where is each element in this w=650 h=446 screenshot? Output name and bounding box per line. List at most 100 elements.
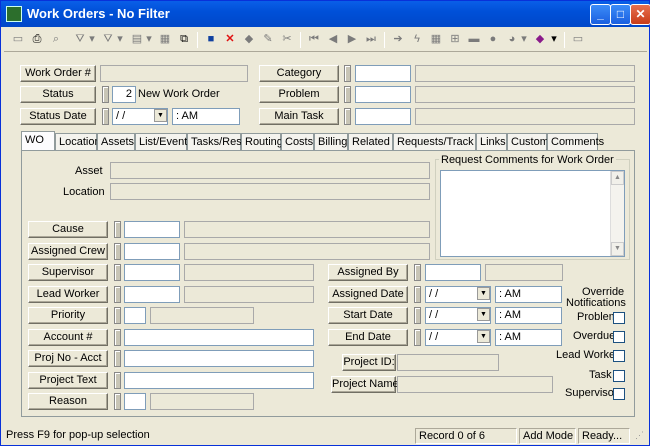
project-id-button[interactable]: Project ID: [342, 354, 396, 371]
lead-worker-code-field[interactable] [124, 286, 180, 303]
tree-icon[interactable]: ⊞ [447, 31, 463, 47]
scroll-up-icon[interactable]: ▲ [611, 171, 624, 185]
status-date-button[interactable]: Status Date [20, 108, 96, 125]
priority-code-field[interactable] [124, 307, 146, 324]
supervisor-button[interactable]: Supervisor [28, 264, 108, 281]
status-time-field[interactable]: : AM [172, 108, 240, 125]
project-text-button[interactable]: Project Text [28, 372, 108, 389]
form-view-icon[interactable]: ▦ [157, 31, 173, 47]
problem-checkbox[interactable] [613, 312, 625, 324]
filter-dropdown-icon[interactable]: ▾ [84, 31, 100, 47]
account-field[interactable] [124, 329, 314, 346]
tab-billing[interactable]: Billing [314, 133, 348, 150]
reason-indicator [114, 393, 121, 410]
filter-clear-dropdown-icon[interactable]: ▾ [112, 31, 128, 47]
lightning-icon[interactable]: ϟ [409, 31, 425, 47]
title-bar[interactable]: Work Orders - No Filter _ □ ✕ [1, 1, 650, 27]
problem-button[interactable]: Problem [259, 86, 339, 103]
globe-dropdown-icon[interactable]: ▾ [516, 31, 532, 47]
list-view-dropdown-icon[interactable]: ▾ [141, 31, 157, 47]
tab-location[interactable]: Location [55, 133, 101, 150]
lead-worker-checkbox[interactable] [613, 350, 625, 362]
reason-code-field[interactable] [124, 393, 146, 410]
start-time-field[interactable]: : AM [495, 307, 562, 324]
close-button[interactable]: ✕ [630, 4, 650, 25]
request-comments-textarea[interactable]: ▲ ▼ [440, 170, 625, 257]
status-button[interactable]: Status [20, 86, 96, 103]
tab-comments[interactable]: Comments [547, 133, 604, 150]
chevron-down-icon: ▼ [154, 109, 167, 122]
grid-icon[interactable]: ▦ [428, 31, 444, 47]
tab-list-events[interactable]: List/Events [135, 133, 193, 150]
tab-tasks-res[interactable]: Tasks/Res [187, 133, 242, 150]
account-button[interactable]: Account # [28, 329, 108, 346]
main-task-code-field[interactable] [355, 108, 411, 125]
reason-button[interactable]: Reason [28, 393, 108, 410]
print-icon[interactable]: ⎙ [29, 31, 45, 47]
tab-routing[interactable]: Routing [241, 133, 283, 150]
task-checkbox[interactable] [613, 370, 625, 382]
tab-custom[interactable]: Custom [507, 133, 549, 150]
print-preview-icon[interactable]: ⌕ [48, 31, 64, 47]
link-icon[interactable]: ▬ [466, 31, 482, 47]
tab-requests-track[interactable]: Requests/Track [393, 133, 476, 150]
end-time-field[interactable]: : AM [495, 329, 562, 346]
work-order-button[interactable]: Work Order # [20, 65, 96, 82]
assigned-time-field[interactable]: : AM [495, 286, 562, 303]
go-icon[interactable]: ➔ [390, 31, 406, 47]
eye-icon[interactable]: ● [485, 31, 501, 47]
overdue-checkbox[interactable] [613, 331, 625, 343]
work-orders-window: Work Orders - No Filter _ □ ✕ ▭ ⎙ ⌕ ⛛ ▾ … [0, 0, 650, 446]
supervisor-code-field[interactable] [124, 264, 180, 281]
resize-grip-icon[interactable]: ⋰ [632, 428, 647, 444]
cut-icon[interactable]: ✂ [279, 31, 295, 47]
new-icon[interactable]: ▭ [10, 31, 26, 47]
next-record-icon[interactable]: ▶ [344, 31, 360, 47]
project-text-field[interactable] [124, 372, 314, 389]
problem-code-field[interactable] [355, 86, 411, 103]
tab-links[interactable]: Links [476, 133, 507, 150]
project-name-button[interactable]: Project Name: [331, 376, 402, 393]
save-icon[interactable]: ■ [203, 31, 219, 47]
book-dropdown-icon[interactable]: ▾ [546, 31, 562, 47]
notes-icon[interactable]: ▭ [570, 31, 586, 47]
request-comments-scrollbar[interactable]: ▲ ▼ [610, 171, 624, 256]
copy-icon[interactable]: ⧉ [176, 31, 192, 47]
lead-worker-button[interactable]: Lead Worker [28, 286, 108, 303]
cause-code-field[interactable] [124, 221, 180, 238]
priority-button[interactable]: Priority [28, 307, 108, 324]
end-date-button[interactable]: End Date [328, 329, 408, 346]
delete-icon[interactable]: ✕ [222, 31, 238, 47]
start-date-dropdown[interactable]: ▼ [476, 307, 491, 324]
assigned-crew-code-field[interactable] [124, 243, 180, 260]
supervisor-checkbox[interactable] [613, 388, 625, 400]
assigned-date-button[interactable]: Assigned Date [328, 286, 408, 303]
start-date-button[interactable]: Start Date [328, 307, 408, 324]
minimize-button[interactable]: _ [590, 4, 611, 25]
category-code-field[interactable] [355, 65, 411, 82]
end-date-dropdown[interactable]: ▼ [476, 329, 491, 346]
status-date-dropdown[interactable]: ▼ [153, 108, 168, 125]
scroll-down-icon[interactable]: ▼ [611, 242, 624, 256]
proj-no-acct-field[interactable] [124, 350, 314, 367]
tab-related[interactable]: Related [348, 133, 393, 150]
prev-record-icon[interactable]: ◀ [325, 31, 341, 47]
status-code-field[interactable]: 2 [112, 86, 136, 103]
tab-wo[interactable]: WO [21, 131, 55, 150]
erase-icon[interactable]: ◆ [241, 31, 257, 47]
app-icon [6, 6, 22, 22]
proj-no-acct-button[interactable]: Proj No - Acct [28, 350, 108, 367]
cause-button[interactable]: Cause [28, 221, 108, 238]
assigned-crew-button[interactable]: Assigned Crew [28, 243, 108, 260]
first-record-icon[interactable]: ⏮ [306, 31, 322, 47]
last-record-icon[interactable]: ⏭ [363, 31, 379, 47]
edit-icon[interactable]: ✎ [260, 31, 276, 47]
main-task-button[interactable]: Main Task [259, 108, 339, 125]
category-button[interactable]: Category [259, 65, 339, 82]
assigned-by-button[interactable]: Assigned By [328, 264, 408, 281]
maximize-button[interactable]: □ [610, 4, 631, 25]
tab-assets[interactable]: Assets [97, 133, 135, 150]
assigned-date-dropdown[interactable]: ▼ [476, 286, 491, 303]
tab-costs[interactable]: Costs [281, 133, 314, 150]
assigned-by-code-field[interactable] [425, 264, 481, 281]
